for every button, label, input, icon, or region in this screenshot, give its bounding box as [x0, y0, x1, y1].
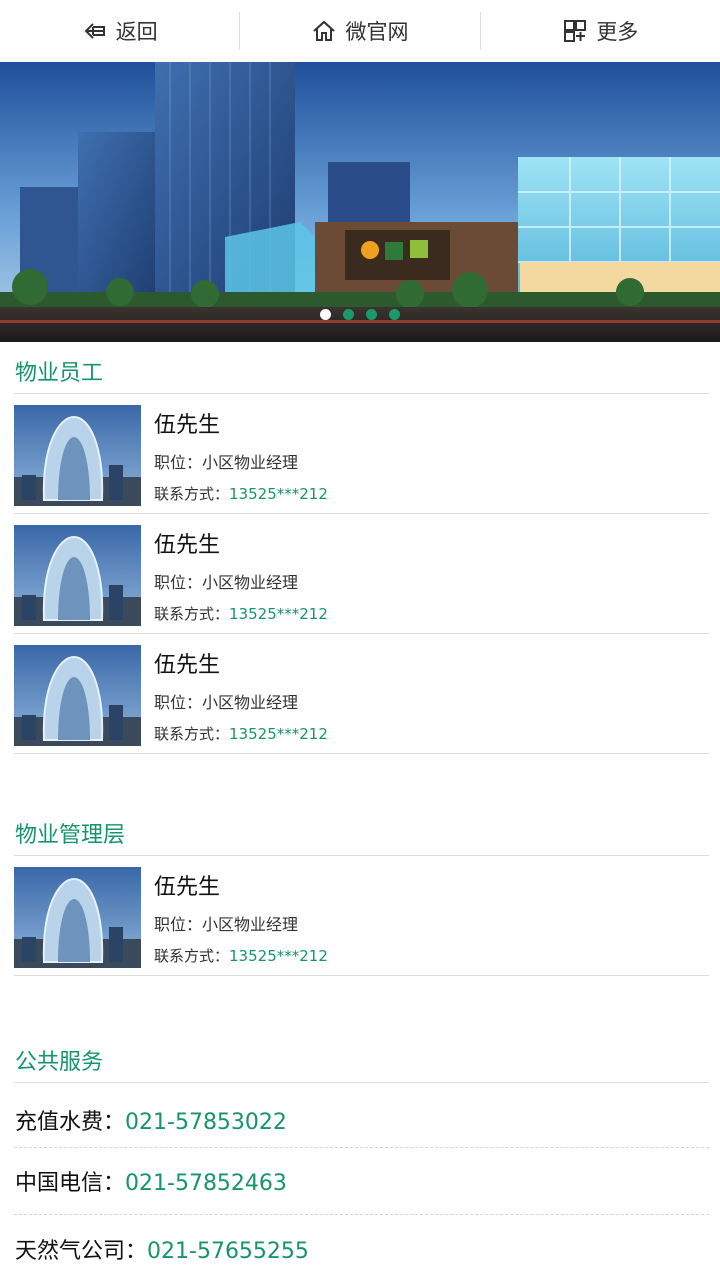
- manager-card[interactable]: 伍先生 职位：小区物业经理 联系方式：13525***212: [14, 856, 709, 976]
- service-label: 充值水费：: [15, 1110, 126, 1135]
- banner-carousel[interactable]: [0, 62, 720, 342]
- staff-position: 职位：小区物业经理: [154, 693, 299, 712]
- service-divider: [14, 1214, 709, 1215]
- staff-name: 伍先生: [154, 653, 221, 678]
- carousel-dot[interactable]: [389, 309, 400, 320]
- card-divider: [14, 975, 709, 976]
- service-item-water[interactable]: 充值水费：021-57853022: [15, 1104, 287, 1136]
- staff-position: 职位：小区物业经理: [154, 453, 299, 472]
- service-item-telecom[interactable]: 中国电信：021-57852463: [15, 1165, 287, 1197]
- contact-label: 联系方式：: [154, 485, 230, 503]
- staff-card[interactable]: 伍先生 职位：小区物业经理 联系方式：13525***212: [14, 514, 709, 634]
- card-divider: [14, 753, 709, 754]
- home-button[interactable]: 微官网: [240, 0, 479, 62]
- section-divider: [14, 1082, 709, 1083]
- carousel-dot[interactable]: [366, 309, 377, 320]
- management-section-title: 物业管理层: [15, 823, 126, 848]
- top-nav-bar: 返回 微官网 更多: [0, 0, 720, 62]
- service-label: 天然气公司：: [15, 1239, 148, 1264]
- staff-contact: 联系方式：13525***212: [154, 483, 328, 504]
- staff-card[interactable]: 伍先生 职位：小区物业经理 联系方式：13525***212: [14, 394, 709, 514]
- public-section-title: 公共服务: [15, 1050, 104, 1075]
- staff-name: 伍先生: [154, 533, 221, 558]
- contact-label: 联系方式：: [154, 725, 230, 743]
- staff-position: 职位：小区物业经理: [154, 573, 299, 592]
- manager-position: 职位：小区物业经理: [154, 915, 299, 934]
- staff-contact: 联系方式：13525***212: [154, 603, 328, 624]
- staff-card[interactable]: 伍先生 职位：小区物业经理 联系方式：13525***212: [14, 634, 709, 754]
- carousel-dot-active[interactable]: [320, 309, 331, 320]
- home-icon: [313, 20, 336, 41]
- service-phone[interactable]: 021-57852463: [125, 1171, 287, 1196]
- service-divider: [14, 1147, 709, 1148]
- more-button[interactable]: 更多: [481, 0, 720, 62]
- staff-photo: [14, 405, 141, 506]
- contact-label: 联系方式：: [154, 947, 230, 965]
- staff-photo: [14, 525, 141, 626]
- carousel-indicators: [0, 309, 720, 320]
- back-button[interactable]: 返回: [0, 0, 239, 62]
- back-arrow-icon: [84, 23, 105, 39]
- contact-label: 联系方式：: [154, 605, 230, 623]
- service-label: 中国电信：: [15, 1171, 126, 1196]
- more-label: 更多: [596, 20, 639, 44]
- carousel-dot[interactable]: [343, 309, 354, 320]
- phone-link[interactable]: 13525***212: [229, 725, 328, 743]
- staff-name: 伍先生: [154, 413, 221, 438]
- back-label: 返回: [115, 20, 158, 44]
- phone-link[interactable]: 13525***212: [229, 485, 328, 503]
- staff-photo: [14, 645, 141, 746]
- staff-contact: 联系方式：13525***212: [154, 723, 328, 744]
- manager-contact: 联系方式：13525***212: [154, 945, 328, 966]
- service-phone[interactable]: 021-57853022: [125, 1110, 287, 1135]
- manager-name: 伍先生: [154, 875, 221, 900]
- banner-image: [0, 62, 720, 342]
- manager-photo: [14, 867, 141, 968]
- home-label: 微官网: [345, 20, 409, 44]
- service-phone[interactable]: 021-57655255: [147, 1239, 309, 1264]
- staff-section-title: 物业员工: [15, 361, 104, 386]
- service-item-gas[interactable]: 天然气公司：021-57655255: [15, 1233, 309, 1265]
- grid-menu-icon: [564, 20, 587, 42]
- phone-link[interactable]: 13525***212: [229, 605, 328, 623]
- phone-link[interactable]: 13525***212: [229, 947, 328, 965]
